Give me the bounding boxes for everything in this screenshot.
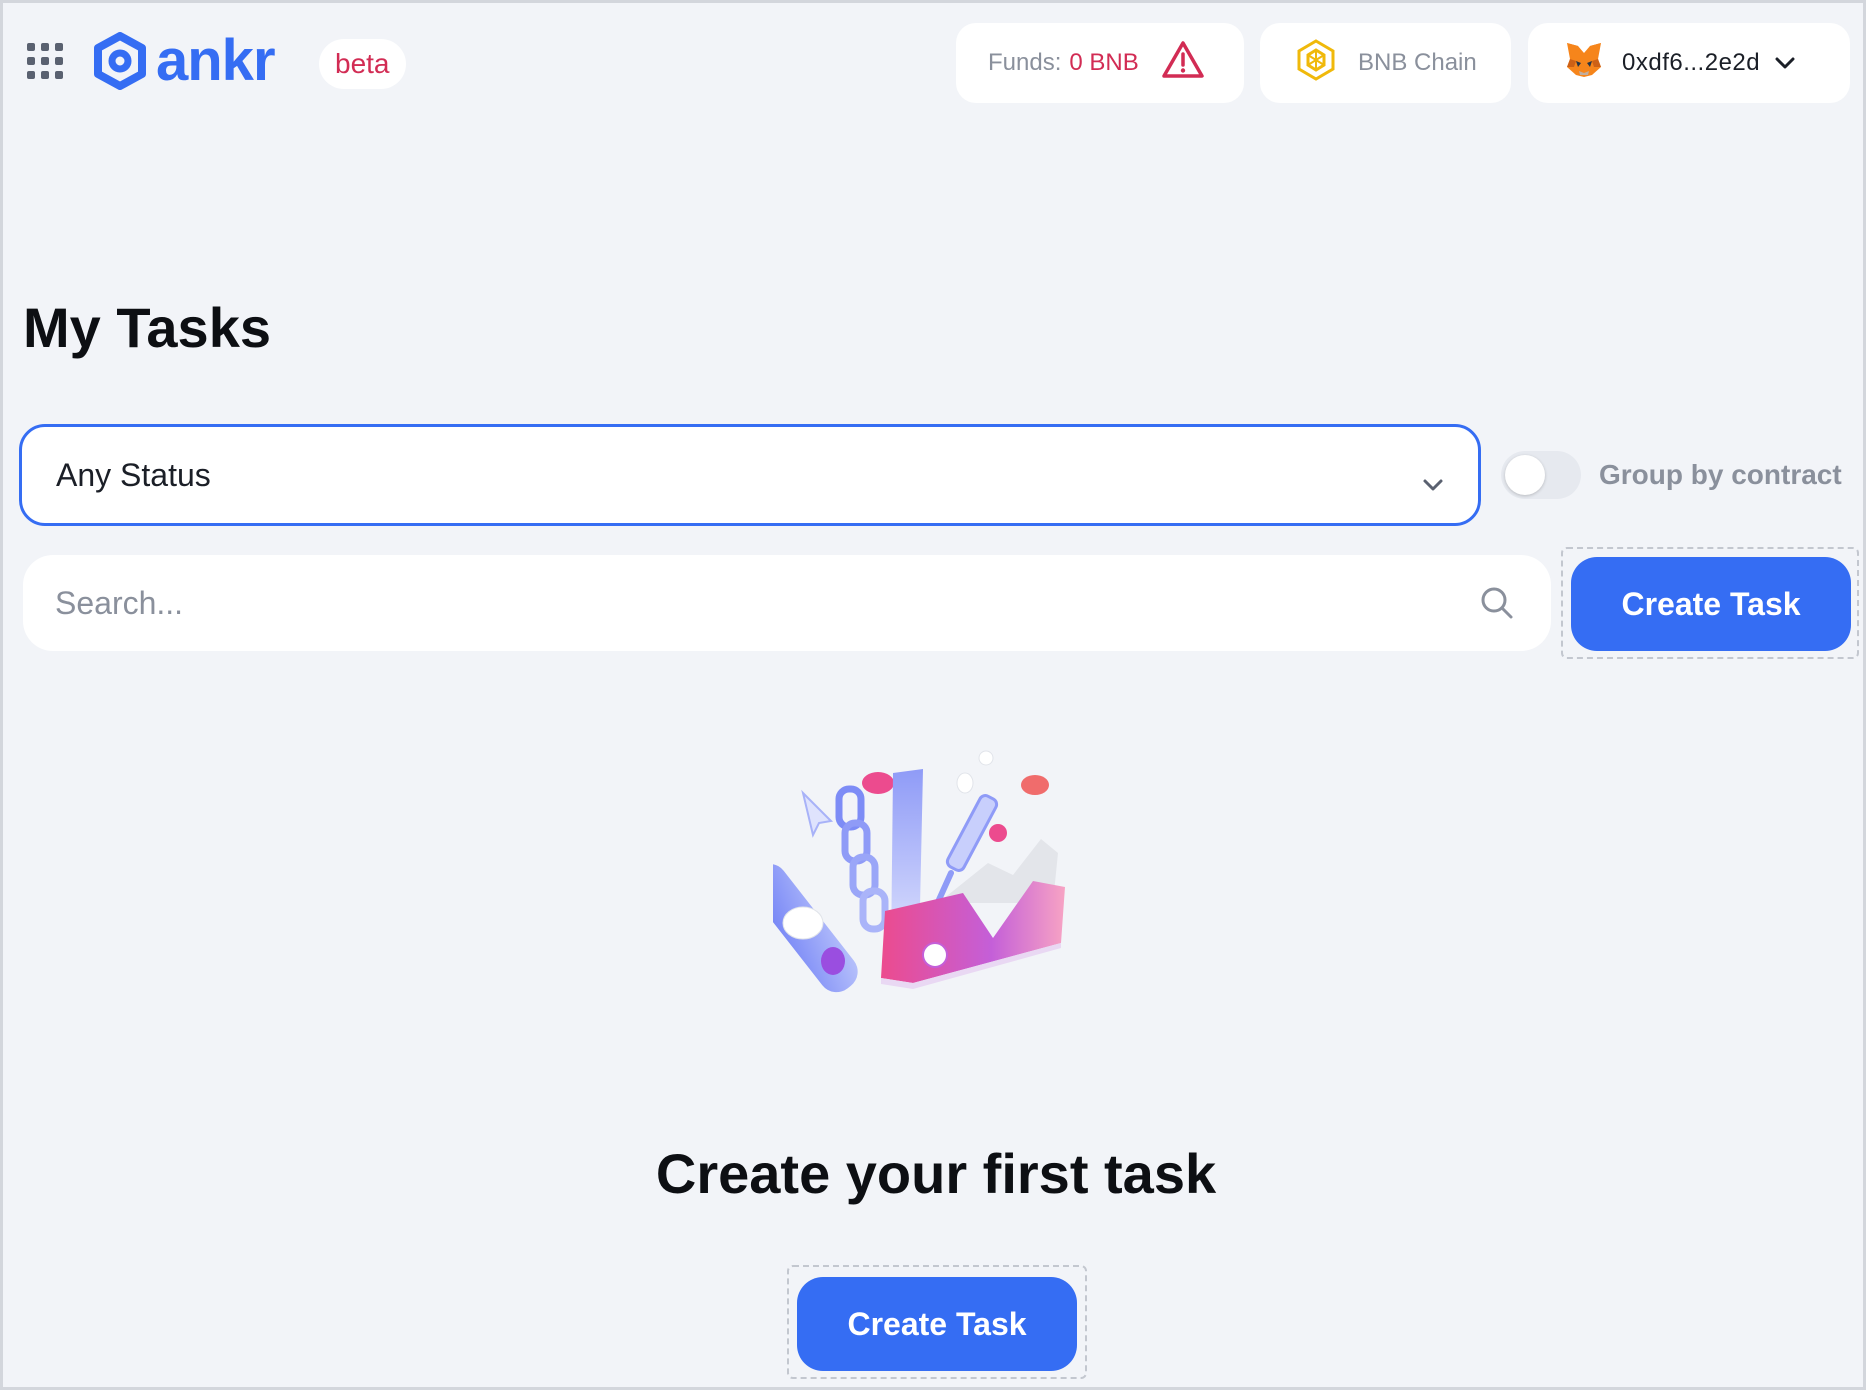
- search-input[interactable]: [55, 584, 1435, 622]
- chain-selector[interactable]: BNB Chain: [1260, 23, 1511, 103]
- search-bar[interactable]: [23, 555, 1551, 651]
- chevron-down-icon: [1774, 49, 1796, 77]
- create-task-button-frame: Create Task: [1561, 547, 1859, 659]
- group-by-contract-control[interactable]: Group by contract: [1501, 451, 1842, 499]
- apps-grid-icon[interactable]: [27, 43, 67, 83]
- wallet-menu[interactable]: 0xdf6...2e2d: [1528, 23, 1850, 103]
- empty-state-illustration: [748, 743, 1093, 1033]
- brand-name: ankr: [156, 28, 276, 93]
- toggle-knob: [1505, 455, 1545, 495]
- funds-value: 0 BNB: [1069, 49, 1139, 76]
- group-by-contract-label: Group by contract: [1599, 459, 1842, 490]
- page-title: My Tasks: [23, 296, 271, 359]
- metamask-fox-icon: [1564, 41, 1604, 86]
- empty-state-create-task-button[interactable]: Create Task: [797, 1277, 1077, 1371]
- bnb-icon: [1294, 38, 1338, 89]
- wallet-address: 0xdf6...2e2d: [1622, 49, 1761, 76]
- group-by-contract-toggle[interactable]: [1501, 451, 1581, 499]
- empty-state-title: Create your first task: [655, 1142, 1217, 1205]
- status-filter-select[interactable]: Any Status: [19, 424, 1481, 526]
- empty-state-button-frame: Create Task: [787, 1265, 1087, 1379]
- status-filter-value: Any Status: [56, 456, 211, 493]
- ankr-logo[interactable]: ankr: [92, 28, 276, 93]
- ankr-logo-icon: [94, 32, 146, 90]
- create-task-button[interactable]: Create Task: [1571, 557, 1851, 651]
- warning-triangle-icon: [1161, 40, 1205, 87]
- funds-indicator[interactable]: Funds: 0 BNB: [956, 23, 1244, 103]
- beta-badge: beta: [319, 39, 406, 89]
- chevron-down-icon: [1422, 463, 1444, 500]
- chain-label: BNB Chain: [1358, 49, 1477, 76]
- search-icon[interactable]: [1479, 585, 1515, 626]
- funds-label: Funds:: [988, 49, 1062, 76]
